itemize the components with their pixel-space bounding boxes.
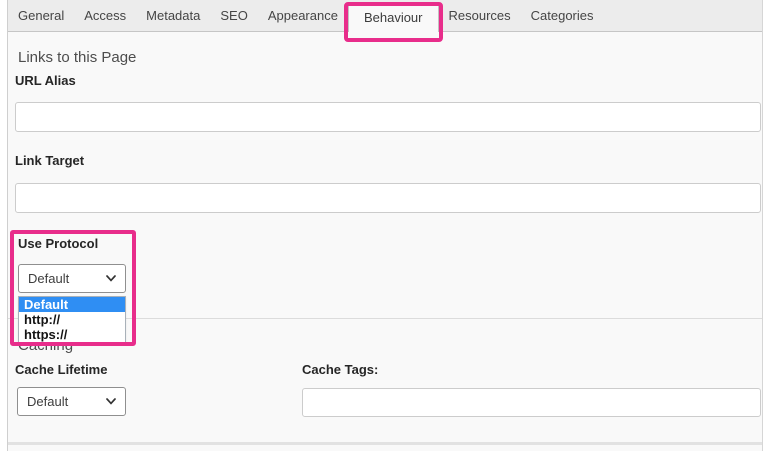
cache-lifetime-label: Cache Lifetime	[15, 362, 107, 377]
cache-lifetime-selected-value: Default	[27, 394, 68, 409]
page-properties-component: General Access Metadata SEO Appearance B…	[7, 0, 763, 451]
cache-tags-label: Cache Tags:	[302, 362, 378, 377]
url-alias-label: URL Alias	[15, 73, 76, 88]
tab-behaviour[interactable]: Behaviour	[348, 2, 439, 32]
tab-resources[interactable]: Resources	[439, 0, 521, 31]
use-protocol-group: Use Protocol Default Default http:// htt…	[10, 230, 136, 346]
option-https[interactable]: https://	[19, 327, 125, 342]
tab-appearance[interactable]: Appearance	[258, 0, 348, 31]
link-target-label: Link Target	[15, 153, 84, 168]
page: General Access Metadata SEO Appearance B…	[0, 0, 768, 451]
option-http[interactable]: http://	[19, 312, 125, 327]
tab-behaviour-label: Behaviour	[364, 10, 423, 25]
chevron-down-icon	[106, 275, 116, 282]
tab-bar: General Access Metadata SEO Appearance B…	[8, 0, 762, 32]
section-heading-links: Links to this Page	[18, 49, 136, 66]
tab-metadata[interactable]: Metadata	[136, 0, 210, 31]
tab-general[interactable]: General	[8, 0, 74, 31]
chevron-down-icon	[106, 398, 116, 405]
use-protocol-select[interactable]: Default	[18, 264, 126, 293]
tab-access[interactable]: Access	[74, 0, 136, 31]
cache-tags-input[interactable]	[302, 388, 761, 417]
use-protocol-selected-value: Default	[28, 271, 69, 286]
use-protocol-option-list: Default http:// https://	[18, 296, 126, 343]
url-alias-input[interactable]	[15, 102, 761, 132]
tab-seo[interactable]: SEO	[210, 0, 257, 31]
option-default[interactable]: Default	[19, 297, 125, 312]
link-target-input[interactable]	[15, 183, 761, 213]
tab-categories[interactable]: Categories	[521, 0, 604, 31]
content-panel: Links to this Page URL Alias Link Target…	[8, 32, 762, 451]
use-protocol-label: Use Protocol	[18, 236, 98, 251]
cache-lifetime-select[interactable]: Default	[17, 387, 126, 416]
bottom-divider	[8, 442, 762, 445]
